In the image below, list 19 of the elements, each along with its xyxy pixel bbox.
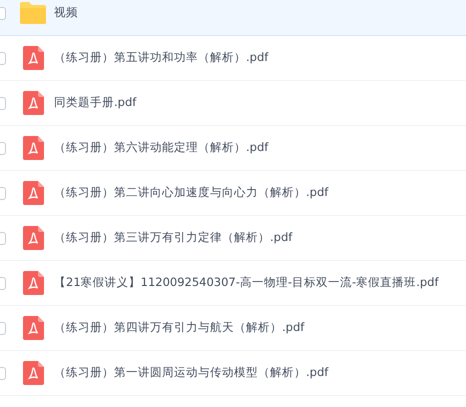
pdf-icon — [22, 91, 44, 115]
pdf-icon — [22, 46, 44, 70]
pdf-icon — [22, 361, 44, 385]
folder-icon — [20, 2, 46, 24]
file-name[interactable]: （练习册）第三讲万有引力定律（解析）.pdf — [54, 229, 292, 247]
file-name[interactable]: （练习册）第五讲功和功率（解析）.pdf — [54, 49, 268, 67]
pdf-icon — [22, 181, 44, 205]
file-row[interactable]: 视频 — [0, 0, 466, 36]
file-name[interactable]: （练习册）第一讲圆周运动与传动模型（解析）.pdf — [54, 364, 328, 382]
file-name[interactable]: （练习册）第二讲向心加速度与向心力（解析）.pdf — [54, 184, 328, 202]
file-name[interactable]: 【21寒假讲义】1120092540307-高一物理-目标双一流-寒假直播班.pdf — [54, 274, 439, 292]
pdf-icon — [22, 271, 44, 295]
file-name[interactable]: （练习册）第四讲万有引力与航天（解析）.pdf — [54, 319, 304, 337]
pdf-icon — [22, 136, 44, 160]
file-name[interactable]: （练习册）第六讲动能定理（解析）.pdf — [54, 139, 268, 157]
pdf-icon — [22, 316, 44, 340]
pdf-icon — [22, 226, 44, 250]
file-name[interactable]: 同类题手册.pdf — [54, 94, 136, 112]
file-name[interactable]: 视频 — [54, 4, 78, 22]
